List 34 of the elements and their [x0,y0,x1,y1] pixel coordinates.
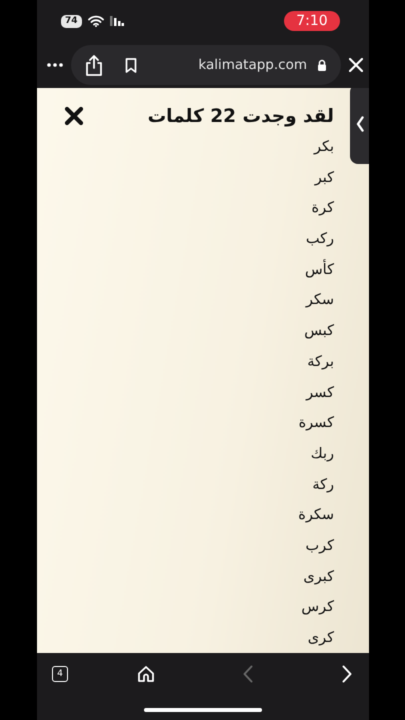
word-item: سكرة [298,506,334,526]
word-item: ركة [312,476,334,495]
share-icon[interactable] [85,54,103,76]
battery-level: 74 [61,14,82,28]
word-item: كبرى [303,568,334,587]
signal-icon [110,16,124,26]
chevron-icon [356,116,364,132]
word-item: ركب [306,230,334,250]
word-item: كرة [311,199,334,218]
tab-count-button[interactable]: 4 [52,666,68,682]
word-item: كرى [308,629,334,648]
address-bar[interactable]: kalimatapp.com [71,45,341,85]
word-item: كبس [304,322,334,342]
more-icon[interactable] [47,63,63,67]
word-item: كأس [304,254,334,286]
bookmark-icon[interactable] [125,58,137,72]
home-icon[interactable] [136,665,155,683]
forward-icon[interactable] [342,665,352,683]
lock-icon [317,59,327,71]
word-item: كرب [305,536,334,556]
url-text: kalimatapp.com [198,57,307,73]
panel-title: لقد وجدت 22 كلمات [148,106,334,126]
word-item: كرس [301,598,334,618]
word-item: كسرة [298,414,334,434]
clock-time: 7:10 [284,11,340,31]
close-icon[interactable] [64,106,84,126]
wifi-icon [88,15,104,27]
word-item: ربك [310,444,334,464]
word-item: سكر [306,291,334,310]
word-item: بركة [307,352,334,372]
word-item: كسر [306,384,334,402]
word-item: كبر [314,168,334,188]
side-tab[interactable] [350,88,369,164]
word-item: بكر [314,138,334,157]
